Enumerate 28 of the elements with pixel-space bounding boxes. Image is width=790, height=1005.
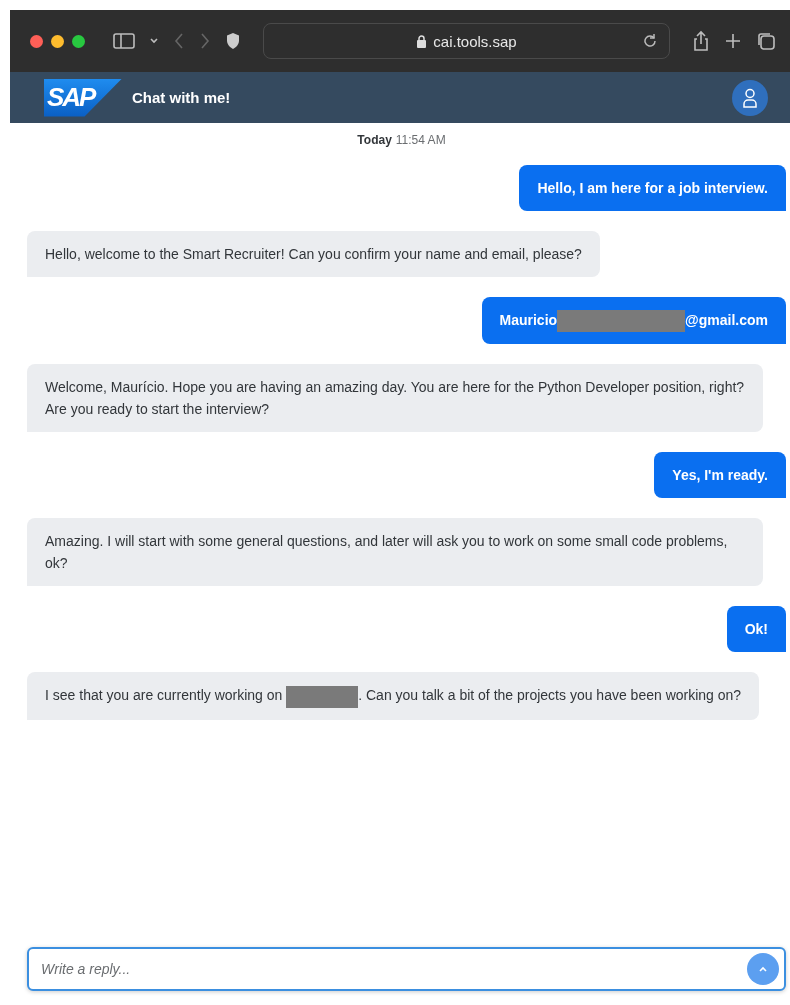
sidebar-icon[interactable] <box>113 32 135 50</box>
user-message: Ok! <box>726 606 786 653</box>
caret-icon <box>759 966 767 972</box>
user-message: Mauricio @gmail.com <box>481 297 786 345</box>
bot-message: Welcome, Maurício. Hope you are having an amazing day. You are here for the Python Developer position, right? Are you ready to start the interview? <box>27 364 763 433</box>
user-avatar[interactable] <box>732 79 768 116</box>
chat-title: Chat with me! <box>132 89 232 106</box>
bot-message: Hello, welcome to the Smart Recruiter! Can you confirm your name and email, please? <box>27 231 600 277</box>
timestamp: Today 11:54 AM <box>357 133 446 147</box>
bot-message: I see that you are currently working on . Can you talk a bit of the projects you have been working on? <box>27 672 760 720</box>
logo: SAP <box>44 78 122 117</box>
reload-icon[interactable] <box>643 33 657 47</box>
user-message: Hello, I am here for a job interview. <box>519 165 786 211</box>
user-icon <box>743 87 757 108</box>
user-message: Yes, I'm ready. <box>654 452 786 499</box>
chevron-down-icon[interactable] <box>149 36 159 46</box>
reply-field[interactable]: Write a reply... <box>27 947 786 991</box>
lock-icon <box>416 34 428 48</box>
address-bar[interactable]: cai.tools.sap <box>263 23 670 59</box>
maximize-icon[interactable] <box>72 34 85 48</box>
url-text: cai.tools.sap <box>433 32 517 50</box>
tabs-icon[interactable] <box>756 31 776 51</box>
plus-icon[interactable] <box>724 32 742 50</box>
minimize-icon[interactable] <box>51 34 64 48</box>
shield-icon[interactable] <box>225 32 241 50</box>
share-icon[interactable] <box>692 30 710 52</box>
close-icon[interactable] <box>30 34 43 48</box>
bot-message: Amazing. I will start with some general questions, and later will ask you to work on some small code problems, ok? <box>27 518 763 587</box>
